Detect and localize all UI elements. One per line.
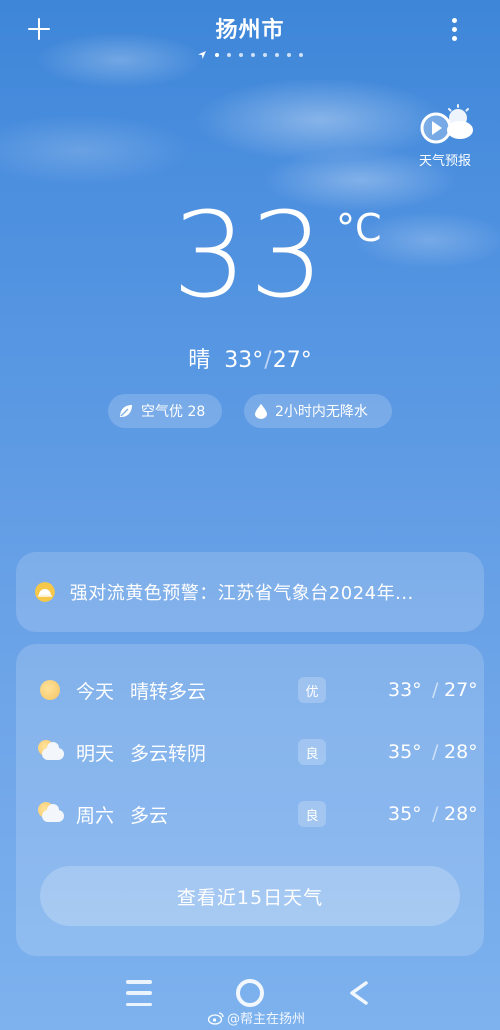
forecast-low: 27° — [444, 679, 478, 701]
page-dot — [263, 53, 267, 57]
weibo-icon — [208, 1011, 224, 1025]
precipitation-pill[interactable]: 2小时内无降水 — [244, 394, 392, 428]
aqi-label: 空气优 28 — [141, 404, 206, 420]
temperature-unit: °C — [336, 206, 382, 250]
weather-alert-card[interactable]: 强对流黄色预警：江苏省气象台2024年... — [16, 552, 484, 632]
forecast-high: 35° — [388, 803, 422, 825]
watermark: @帮主在扬州 — [208, 1008, 305, 1027]
forecast-separator: / — [432, 803, 439, 825]
location-arrow-icon — [198, 51, 206, 59]
view-15-day-forecast-button[interactable]: 查看近15日天气 — [40, 866, 460, 926]
forecast-video-label: 天气预报 — [418, 154, 471, 169]
aqi-badge: 良 — [298, 801, 326, 827]
daily-forecast-card: 今天 晴转多云 优 33° / 27° 明天 多云转阴 良 35° / 28° … — [16, 644, 484, 956]
forecast-low: 28° — [444, 741, 478, 763]
page-dot — [275, 53, 279, 57]
sunny-icon — [36, 676, 64, 704]
today-high: 33° — [224, 348, 264, 373]
weather-forecast-video-button[interactable]: 天气预报 — [410, 104, 480, 169]
forecast-low: 28° — [444, 803, 478, 825]
rain-label: 2小时内无降水 — [275, 404, 368, 420]
page-dot — [239, 53, 243, 57]
city-page-indicator — [0, 50, 500, 60]
page-dot — [299, 53, 303, 57]
aqi-badge: 优 — [298, 677, 326, 703]
forecast-desc: 晴转多云 — [130, 680, 207, 703]
condition-text: 晴 — [188, 348, 211, 373]
menu-icon[interactable] — [126, 980, 154, 1006]
forecast-day: 明天 — [76, 742, 115, 765]
back-chevron-icon[interactable] — [344, 978, 374, 1008]
forecast-row-saturday[interactable]: 周六 多云 良 35° / 28° — [36, 794, 478, 834]
watermark-text: @帮主在扬州 — [227, 1012, 306, 1027]
forecast-separator: / — [432, 741, 439, 763]
city-title[interactable]: 扬州市 — [150, 12, 350, 44]
air-quality-pill[interactable]: 空气优 28 — [108, 394, 222, 428]
range-separator: / — [264, 348, 272, 373]
drop-icon — [255, 404, 267, 419]
more-menu-icon[interactable] — [440, 12, 468, 46]
partly-cloudy-icon — [36, 738, 64, 766]
forecast-day: 今天 — [76, 680, 115, 703]
forecast-high: 35° — [388, 741, 422, 763]
current-temperature: 33 — [172, 186, 327, 324]
page-dot — [287, 53, 291, 57]
page-dot — [227, 53, 231, 57]
play-sun-cloud-icon — [420, 104, 473, 144]
home-circle-icon[interactable] — [236, 979, 264, 1007]
aqi-badge: 良 — [298, 739, 326, 765]
today-low: 27° — [272, 348, 312, 373]
forecast-day: 周六 — [76, 804, 115, 827]
forecast-high: 33° — [388, 679, 422, 701]
warning-sun-icon — [34, 582, 55, 602]
page-dot — [215, 53, 219, 57]
leaf-icon — [120, 405, 132, 417]
forecast-row-today[interactable]: 今天 晴转多云 优 33° / 27° — [36, 670, 478, 710]
forecast-desc: 多云 — [130, 804, 169, 827]
add-city-icon[interactable] — [22, 12, 56, 46]
alert-text: 强对流黄色预警：江苏省气象台2024年... — [69, 583, 414, 604]
forecast-desc: 多云转阴 — [130, 742, 207, 765]
current-condition-range: 晴 33°/27° — [0, 342, 500, 374]
partly-cloudy-icon — [36, 800, 64, 828]
forecast-row-tomorrow[interactable]: 明天 多云转阴 良 35° / 28° — [36, 732, 478, 772]
page-dot — [251, 53, 255, 57]
forecast-separator: / — [432, 679, 439, 701]
